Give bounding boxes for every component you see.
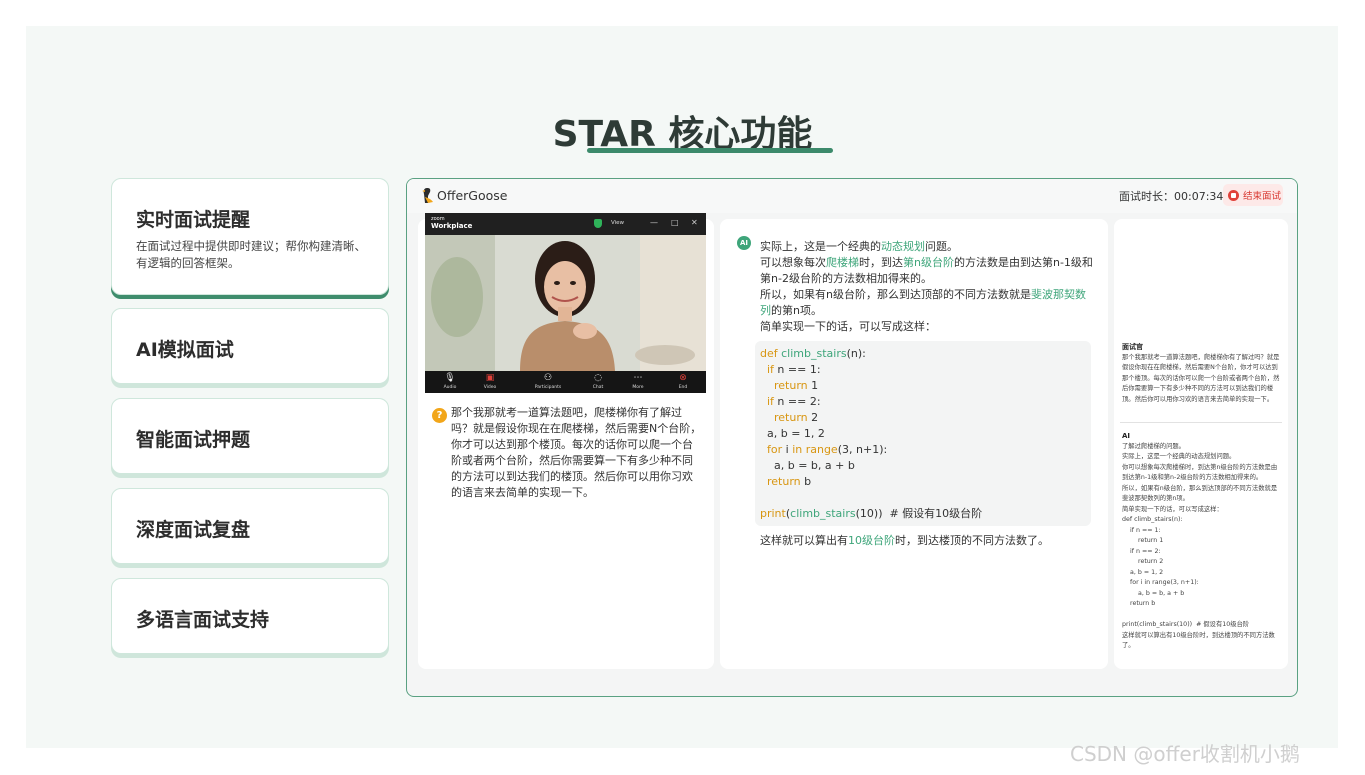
ai-answer: 实际上，这是一个经典的动态规划问题。 可以想象每次爬楼梯时，到达第n级台阶的方法… <box>760 239 1095 335</box>
security-shield-icon <box>594 219 602 228</box>
title-underline <box>587 148 833 153</box>
feature-title: 深度面试复盘 <box>136 519 251 541</box>
feature-card-review[interactable]: 深度面试复盘 <box>111 488 389 564</box>
feature-card-realtime-hint[interactable]: 实时面试提醒 在面试过程中提供即时建议；帮你构建清晰、有逻辑的回答框架。 <box>111 178 389 295</box>
transcript-line: for i in range(3, n+1): <box>1122 579 1199 586</box>
app-name: OfferGoose <box>437 188 508 203</box>
transcript-line: return b <box>1122 600 1156 607</box>
feature-title: 实时面试提醒 <box>136 209 251 231</box>
transcript-speaker-label: 面试官 <box>1122 343 1143 351</box>
end-interview-button[interactable]: 结束面试 <box>1223 184 1283 206</box>
close-icon[interactable]: ✕ <box>691 218 698 227</box>
transcript-line: if n == 2: <box>1122 547 1161 555</box>
transcript-line: return 2 <box>1122 558 1164 565</box>
end-call-icon: ⊗ <box>679 373 687 383</box>
watermark: CSDN @offer收割机小鹅 <box>1070 742 1300 766</box>
feature-description: 在面试过程中提供即时建议；帮你构建清晰、有逻辑的回答框架。 <box>136 239 366 270</box>
participant-video <box>425 235 706 371</box>
microphone-icon: 🎙 <box>444 373 456 383</box>
participant-image <box>425 235 706 371</box>
code-line: if n == 1: <box>767 363 821 376</box>
zoom-brand: zoom Workplace <box>431 216 473 230</box>
transcript-line: a, b = 1, 2 <box>1122 568 1164 576</box>
transcript-line <box>1122 610 1282 621</box>
code-line: print(climb_stairs(10)) # 假设有10级台阶 <box>760 507 983 520</box>
code-line: if n == 2: <box>767 395 821 408</box>
interview-timer: 面试时长：00:07:34 <box>1119 190 1224 203</box>
feature-card-question-predict[interactable]: 智能面试押题 <box>111 398 389 474</box>
question-icon: ? <box>432 408 447 423</box>
transcript-line: 你可以想象每次爬楼梯时，到达第n级台阶的方法数是由到达第n-1级和第n-2级台阶… <box>1122 463 1278 482</box>
transcript-line: print(climb_stairs(10)) # 假设有10级台阶 <box>1122 621 1250 628</box>
participants-button[interactable]: ⚇ Participants <box>531 373 565 390</box>
code-line: a, b = 1, 2 <box>767 427 825 440</box>
answer-conclusion: 这样就可以算出有10级台阶时，到达楼顶的不同方法数了。 <box>760 534 1049 547</box>
chat-icon: ◌ <box>594 373 602 383</box>
transcript-line: if n == 1: <box>1122 526 1161 534</box>
answer-paragraph: 实际上，这是一个经典的动态规划问题。 <box>760 240 958 253</box>
video-column: zoom Workplace View — □ ✕ 🎙 Audio ▣ Vide… <box>418 213 714 669</box>
feature-card-multilingual[interactable]: 多语言面试支持 <box>111 578 389 654</box>
transcript-column: 面试官 那个我那就考一道算法题吧，爬楼梯你有了解过吗？就是假设你现在在爬楼梯，然… <box>1114 219 1288 669</box>
chat-button[interactable]: ◌ Chat <box>581 373 615 390</box>
code-line: a, b = b, a + b <box>774 459 855 472</box>
minimize-icon[interactable]: — <box>650 218 658 227</box>
feature-title: AI模拟面试 <box>136 339 234 361</box>
answer-paragraph: 可以想象每次爬楼梯时，到达第n级台阶的方法数是由到达第n-1级和第n-2级台阶的… <box>760 256 1093 285</box>
end-call-button[interactable]: ⊗ End <box>666 373 700 390</box>
zoom-title-bar: zoom Workplace View — □ ✕ <box>425 213 706 235</box>
feature-title: 智能面试押题 <box>136 429 251 451</box>
transcript-interviewer: 面试官 那个我那就考一道算法题吧，爬楼梯你有了解过吗？就是假设你现在在爬楼梯，然… <box>1122 342 1282 405</box>
audio-button[interactable]: 🎙 Audio <box>433 373 467 390</box>
zoom-video-window: zoom Workplace View — □ ✕ 🎙 Audio ▣ Vide… <box>425 213 706 393</box>
code-line: def climb_stairs(n): <box>760 347 866 360</box>
offergoose-app-window: OfferGoose 面试时长：00:07:34 结束面试 zoom Workp… <box>406 178 1298 697</box>
feature-title: 多语言面试支持 <box>136 609 270 631</box>
transcript-line: return 1 <box>1122 537 1164 544</box>
transcript-line: 这样就可以算出有10级台阶时，到达楼顶的不同方法数了。 <box>1122 631 1275 650</box>
transcript-line: def climb_stairs(n): <box>1122 516 1183 523</box>
more-icon: ⋯ <box>633 373 643 383</box>
code-block: def climb_stairs(n): if n == 1: return 1… <box>755 341 1091 526</box>
transcript-line: 所以，如果有n级台阶，那么到达顶部的不同方法数就是斐波那契数列的第n项。 <box>1122 484 1278 503</box>
transcript-line: 了解过爬楼梯的问题。 <box>1122 442 1185 450</box>
interviewer-question: 那个我那就考一道算法题吧，爬楼梯你有了解过吗？就是假设你现在在爬楼梯，然后需要N… <box>451 406 702 499</box>
code-line: return b <box>767 475 812 488</box>
video-camera-icon: ▣ <box>485 373 495 383</box>
transcript-speaker-label: AI <box>1122 432 1131 440</box>
participants-icon: ⚇ <box>543 373 553 383</box>
answer-paragraph: 简单实现一下的话，可以写成这样： <box>760 320 936 333</box>
zoom-view-button[interactable]: View <box>611 220 624 226</box>
video-button[interactable]: ▣ Video <box>473 373 507 390</box>
answer-paragraph: 所以，如果有n级台阶，那么到达顶部的不同方法数就是斐波那契数列的第n项。 <box>760 288 1086 317</box>
transcript-ai: AI 了解过爬楼梯的问题。 实际上，这是一个经典的动态规划问题。 你可以想象每次… <box>1122 431 1282 652</box>
app-header: OfferGoose 面试时长：00:07:34 结束面试 <box>407 179 1297 213</box>
end-interview-label: 结束面试 <box>1243 191 1282 202</box>
ai-answer-column: AI 实际上，这是一个经典的动态规划问题。 可以想象每次爬楼梯时，到达第n级台阶… <box>720 219 1108 669</box>
transcript-line: 实际上，这是一个经典的动态规划问题。 <box>1122 453 1236 460</box>
stop-icon <box>1228 189 1239 201</box>
more-button[interactable]: ⋯ More <box>621 373 655 390</box>
goose-logo-icon <box>422 188 433 203</box>
code-line: return 1 <box>774 379 819 392</box>
feature-card-ai-mock[interactable]: AI模拟面试 <box>111 308 389 384</box>
ai-icon: AI <box>737 236 751 250</box>
transcript-line: 简单实现一下的话，可以写成这样： <box>1122 505 1223 513</box>
transcript-text: 那个我那就考一道算法题吧，爬楼梯你有了解过吗？就是假设你现在在爬楼梯，然后需要N… <box>1122 353 1280 403</box>
transcript-line: a, b = b, a + b <box>1122 589 1185 597</box>
code-line: return 2 <box>774 411 819 424</box>
maximize-icon[interactable]: □ <box>671 218 679 227</box>
zoom-toolbar: 🎙 Audio ▣ Video ⚇ Participants ◌ Chat ⋯ More … <box>425 371 706 393</box>
code-line: for i in range(3, n+1): <box>767 443 888 456</box>
divider <box>1120 422 1282 423</box>
